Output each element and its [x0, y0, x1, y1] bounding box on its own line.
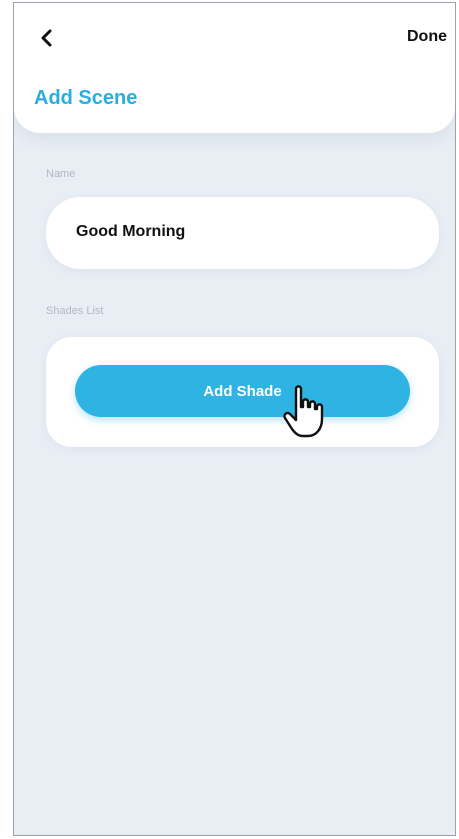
back-button[interactable] — [34, 25, 60, 51]
scene-name-input[interactable] — [76, 223, 406, 241]
page-title: Add Scene — [34, 87, 138, 109]
chevron-left-icon — [41, 29, 52, 47]
header: Done Add Scene — [14, 3, 455, 133]
add-shade-button[interactable]: Add Shade — [75, 365, 410, 417]
done-button[interactable]: Done — [407, 28, 447, 46]
name-card — [46, 197, 439, 269]
phone-screen: Done Add Scene Name Shades List Add Shad… — [13, 2, 456, 836]
shades-list-label: Shades List — [46, 305, 104, 317]
shades-card: Add Shade — [46, 337, 439, 447]
name-label: Name — [46, 168, 76, 180]
